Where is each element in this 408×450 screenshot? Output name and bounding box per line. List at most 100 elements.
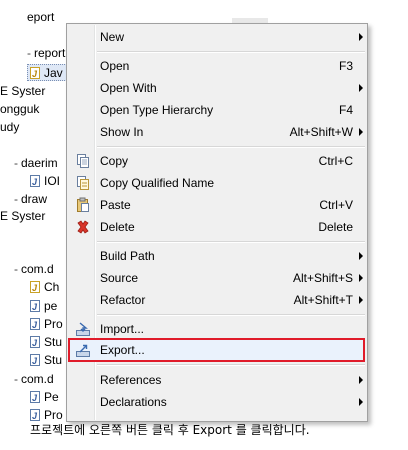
menu-item-open-type-hierarchy[interactable]: Open Type Hierarchy F4 bbox=[69, 99, 365, 121]
tree-row-label: Pro bbox=[44, 317, 63, 331]
menu-item-label: Open With bbox=[100, 81, 157, 95]
tree-row[interactable]: eport bbox=[27, 8, 54, 26]
tree-row[interactable]: - report bbox=[27, 44, 65, 62]
tree-row-label: draw bbox=[21, 192, 48, 206]
menu-item-shortcut: Ctrl+V bbox=[319, 198, 353, 212]
menu-separator bbox=[97, 146, 365, 148]
tree-row[interactable]: E Syster bbox=[0, 207, 45, 225]
submenu-arrow-icon bbox=[359, 128, 363, 136]
menu-item-delete[interactable]: Delete Delete bbox=[69, 216, 365, 238]
menu-item-shortcut: Alt+Shift+W bbox=[289, 125, 353, 139]
delete-icon bbox=[77, 220, 89, 234]
java-file-warning-icon bbox=[30, 279, 40, 297]
menu-item-shortcut: F3 bbox=[338, 59, 353, 73]
menu-item-refactor[interactable]: Refactor Alt+Shift+T bbox=[69, 289, 365, 311]
menu-item-label: Delete bbox=[100, 220, 135, 234]
menu-separator bbox=[97, 51, 365, 53]
menu-item-shortcut: F4 bbox=[338, 103, 353, 117]
tree-row-label: daerim bbox=[21, 156, 58, 170]
menu-item-show-in[interactable]: Show In Alt+Shift+W bbox=[69, 121, 365, 143]
collapse-icon[interactable]: - bbox=[14, 372, 18, 386]
tree-row-label: E Syster bbox=[0, 209, 46, 223]
tree-row-label: Pe bbox=[44, 390, 59, 404]
menu-item-label: Refactor bbox=[100, 293, 146, 307]
menu-item-copy-qualified-name[interactable]: Copy Qualified Name bbox=[69, 172, 365, 194]
tree-row-label: eport bbox=[27, 10, 55, 24]
tree-row[interactable]: Jav bbox=[30, 64, 63, 83]
java-file-icon bbox=[30, 316, 40, 334]
tree-row[interactable]: Ch bbox=[30, 278, 60, 297]
menu-item-source[interactable]: Source Alt+Shift+S bbox=[69, 267, 365, 289]
paste-icon bbox=[77, 197, 89, 212]
tree-row[interactable]: - com.d bbox=[14, 370, 54, 388]
tree-row[interactable]: IOI bbox=[30, 172, 61, 191]
tree-row-label: com.d bbox=[21, 372, 54, 386]
menu-separator bbox=[97, 241, 365, 243]
menu-item-references[interactable]: References bbox=[69, 369, 365, 391]
tree-row[interactable]: ongguk bbox=[0, 100, 39, 118]
export-icon bbox=[76, 344, 90, 357]
menu-item-import[interactable]: Import... bbox=[69, 318, 365, 340]
tree-row[interactable]: - draw bbox=[14, 190, 47, 208]
caption-text: 프로젝트에 오른쪽 버튼 클릭 후 Export 를 클릭합니다. bbox=[30, 423, 310, 437]
tree-row-label: Ch bbox=[44, 280, 60, 294]
menu-item-open[interactable]: Open F3 bbox=[69, 55, 365, 77]
menu-item-new[interactable]: New bbox=[69, 26, 365, 48]
tree-row[interactable]: E Syster bbox=[0, 82, 45, 100]
tree-row-label: pe bbox=[44, 299, 58, 313]
collapse-icon[interactable]: - bbox=[14, 262, 18, 276]
tree-row[interactable]: Stu bbox=[30, 351, 62, 370]
submenu-arrow-icon bbox=[359, 252, 363, 260]
menu-item-label: Show In bbox=[100, 125, 144, 139]
menu-item-label: New bbox=[100, 30, 125, 44]
collapse-icon[interactable]: - bbox=[27, 46, 31, 60]
tree-row[interactable]: Pe bbox=[30, 388, 59, 407]
tree-row[interactable]: - com.d bbox=[14, 260, 54, 278]
submenu-arrow-icon bbox=[359, 84, 363, 92]
menu-item-shortcut: Delete bbox=[318, 220, 353, 234]
menu-item-open-with[interactable]: Open With bbox=[69, 77, 365, 99]
tree-row[interactable]: Pro bbox=[30, 315, 63, 334]
menu-item-label: Build Path bbox=[100, 249, 155, 263]
tree-row[interactable]: udy bbox=[0, 118, 19, 136]
submenu-arrow-icon bbox=[359, 274, 363, 282]
menu-item-copy[interactable]: Copy Ctrl+C bbox=[69, 150, 365, 172]
tree-row-label: E Syster bbox=[0, 84, 46, 98]
tree-row-label: ongguk bbox=[0, 102, 40, 116]
tree-row-label: Pro bbox=[44, 408, 63, 422]
menu-item-build-path[interactable]: Build Path bbox=[69, 245, 365, 267]
tree-row-label: Jav bbox=[44, 66, 63, 80]
menu-item-label: Open bbox=[100, 59, 130, 73]
menu-item-paste[interactable]: Paste Ctrl+V bbox=[69, 194, 365, 216]
java-file-icon bbox=[30, 298, 40, 316]
tree-row-label: com.d bbox=[21, 262, 54, 276]
menu-item-label: Copy Qualified Name bbox=[100, 176, 215, 190]
menu-item-export[interactable]: Export... bbox=[69, 339, 365, 361]
import-icon bbox=[76, 322, 90, 336]
tree-row-label: report bbox=[34, 46, 66, 60]
menu-item-declarations[interactable]: Declarations bbox=[69, 391, 365, 413]
tree-row[interactable]: pe bbox=[30, 297, 58, 316]
menu-item-shortcut: Alt+Shift+S bbox=[292, 271, 353, 285]
menu-item-label: References bbox=[100, 373, 162, 387]
menu-separator bbox=[97, 314, 365, 316]
menu-item-label: Declarations bbox=[100, 395, 167, 409]
collapse-icon[interactable]: - bbox=[14, 156, 18, 170]
menu-item-shortcut: Ctrl+C bbox=[318, 154, 353, 168]
tree-row[interactable]: - daerim bbox=[14, 154, 58, 172]
menu-item-label: Import... bbox=[100, 322, 145, 336]
java-file-icon bbox=[30, 352, 40, 370]
submenu-arrow-icon bbox=[359, 296, 363, 304]
java-file-icon bbox=[30, 173, 40, 191]
menu-item-label: Paste bbox=[100, 198, 131, 212]
collapse-icon[interactable]: - bbox=[14, 192, 18, 206]
submenu-arrow-icon bbox=[359, 33, 363, 41]
java-file-warning-icon bbox=[30, 65, 40, 83]
copy-icon bbox=[77, 154, 89, 168]
tree-row-label: IOI bbox=[44, 174, 61, 188]
tree-row-label: Stu bbox=[44, 335, 63, 349]
tree-row[interactable]: Stu bbox=[30, 333, 63, 352]
java-file-icon bbox=[30, 407, 40, 425]
java-file-icon bbox=[30, 389, 40, 407]
java-file-icon bbox=[30, 334, 40, 352]
